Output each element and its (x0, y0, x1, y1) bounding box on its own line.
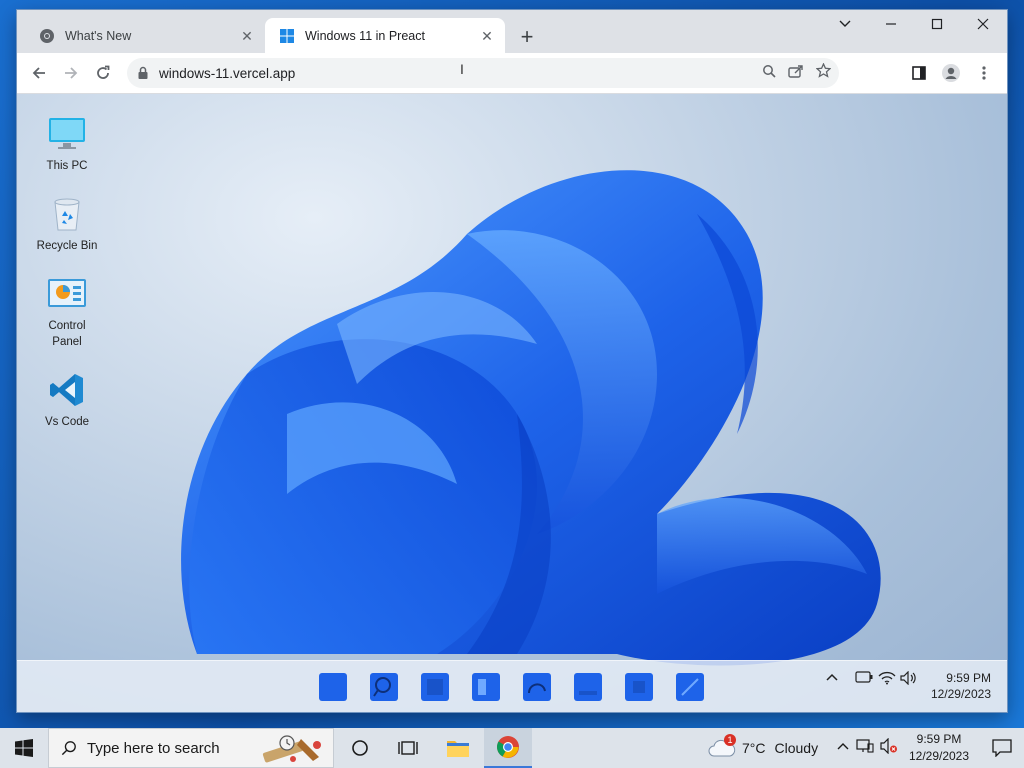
forward-icon[interactable] (57, 59, 85, 87)
weather-badge: 1 (724, 734, 736, 746)
close-icon[interactable] (960, 10, 1006, 40)
monitor-icon (47, 114, 87, 154)
tab-whats-new[interactable]: What's New ✕ (25, 18, 265, 53)
settings-icon[interactable] (472, 673, 500, 701)
edge-icon[interactable] (523, 673, 551, 701)
reload-icon[interactable] (89, 59, 117, 87)
tab-title: What's New (65, 28, 132, 43)
network-icon[interactable] (856, 738, 874, 759)
win11-clock[interactable]: 9:59 PM 12/29/2023 (931, 670, 991, 702)
desktop-icon-label: Control Panel (48, 320, 86, 348)
tray-chevron-icon[interactable] (825, 671, 839, 685)
profile-icon[interactable] (937, 59, 965, 87)
search-placeholder: Type here to search (87, 739, 220, 757)
battery-icon[interactable] (855, 671, 873, 683)
tab-title: Windows 11 in Preact (305, 28, 425, 43)
weather-widget[interactable]: 1 7°C Cloudy (708, 728, 818, 768)
control-panel-icon (47, 274, 87, 314)
url-text: windows-11.vercel.app (159, 65, 296, 81)
search-icon (61, 739, 77, 757)
cortana-icon[interactable] (336, 728, 384, 768)
volume-muted-icon[interactable] (880, 737, 898, 759)
side-panel-icon[interactable] (905, 59, 933, 87)
wifi-icon[interactable] (878, 671, 896, 685)
text-cursor-icon: I (460, 61, 464, 77)
vscode-icon (47, 370, 87, 410)
task-view-icon[interactable] (384, 728, 432, 768)
desktop-icon-label: This PC (46, 160, 88, 172)
tab-strip: What's New ✕ Windows 11 in Preact ✕ + (17, 10, 1007, 53)
search-icon[interactable] (370, 673, 398, 701)
weather-temp: 7°C (742, 740, 766, 756)
volume-icon[interactable] (900, 671, 918, 685)
show-hidden-icons-chevron-icon[interactable] (836, 739, 850, 757)
bookmark-star-icon[interactable] (815, 62, 832, 83)
tab-search-icon[interactable] (822, 10, 868, 40)
minimize-icon[interactable] (868, 10, 914, 40)
address-bar[interactable]: windows-11.vercel.app (127, 58, 839, 88)
desktop-icon-control-panel[interactable]: Control Panel (27, 274, 107, 350)
browser-toolbar: windows-11.vercel.app (17, 53, 1007, 94)
notification-center-icon[interactable] (980, 728, 1024, 768)
taskbar-search-box[interactable]: Type here to search (48, 728, 334, 768)
desktop-icon-recycle-bin[interactable]: Recycle Bin (27, 194, 107, 254)
chrome-icon (39, 28, 55, 44)
search-highlight-illustration-icon (262, 735, 321, 763)
desktop-icon-this-pc[interactable]: This PC (27, 114, 107, 174)
cloudy-weather-icon: 1 (708, 734, 736, 758)
back-icon[interactable] (25, 59, 53, 87)
explorer-icon[interactable] (574, 673, 602, 701)
chrome-window: What's New ✕ Windows 11 in Preact ✕ + wi… (17, 10, 1007, 712)
new-tab-button[interactable]: + (515, 25, 539, 49)
desktop-icon-label: Recycle Bin (36, 240, 98, 252)
recycle-bin-icon (47, 194, 87, 234)
win11-date: 12/29/2023 (930, 687, 991, 701)
clock-time: 9:59 PM (916, 732, 962, 746)
share-icon[interactable] (788, 64, 804, 83)
win11-desktop[interactable]: This PC Recycle Bin Control Panel Vs Cod… (17, 94, 1007, 712)
store-icon[interactable] (625, 673, 653, 701)
chrome-taskbar-icon[interactable] (484, 728, 532, 768)
taskbar-clock[interactable]: 9:59 PM 12/29/2023 (906, 731, 972, 765)
app-icon[interactable] (676, 673, 704, 701)
weather-condition: Cloudy (774, 740, 819, 756)
close-tab-icon[interactable]: ✕ (239, 28, 255, 44)
system-tray (836, 728, 898, 768)
maximize-icon[interactable] (914, 10, 960, 40)
close-tab-icon[interactable]: ✕ (479, 28, 495, 44)
win11-taskbar: 9:59 PM 12/29/2023 (17, 660, 1007, 712)
lock-icon[interactable] (137, 66, 151, 80)
widgets-icon[interactable] (421, 673, 449, 701)
menu-icon[interactable] (970, 59, 998, 87)
win11-time: 9:59 PM (946, 671, 991, 685)
zoom-icon[interactable] (762, 64, 776, 83)
windows-logo-icon (279, 28, 295, 44)
host-taskbar: Type here to search 1 7°C Cloudy 9:59 PM… (0, 728, 1024, 768)
tab-windows-11[interactable]: Windows 11 in Preact ✕ (265, 18, 505, 53)
start-icon[interactable] (319, 673, 347, 701)
file-explorer-icon[interactable] (434, 728, 482, 768)
windows-start-button[interactable] (0, 728, 48, 768)
clock-date: 12/29/2023 (908, 749, 970, 763)
desktop-icon-label: Vs Code (44, 416, 90, 428)
desktop-icon-vs-code[interactable]: Vs Code (27, 370, 107, 430)
windows-bloom-wallpaper (181, 170, 881, 666)
